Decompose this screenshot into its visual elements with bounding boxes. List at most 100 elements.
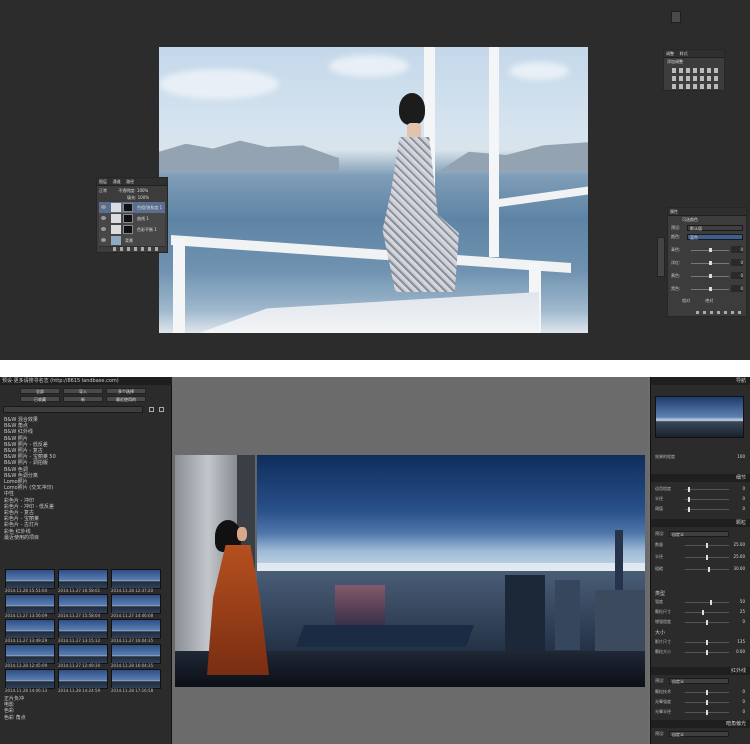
adjustment-slider[interactable]: 光晕半径 0 — [655, 708, 745, 716]
adjustment-icons-row-2[interactable] — [672, 76, 718, 81]
preset-search-input[interactable] — [3, 406, 143, 413]
grain-preset-select[interactable]: 自定义 — [669, 531, 729, 537]
preset-select[interactable]: 默认值 — [687, 225, 743, 231]
preset-thumbnail[interactable] — [5, 619, 55, 639]
preset-thumbnail[interactable] — [5, 644, 55, 664]
absolute-radio[interactable]: 绝对 — [705, 298, 713, 303]
preset-thumbnail[interactable] — [111, 619, 161, 639]
slider-knob[interactable] — [688, 497, 691, 502]
preset-thumbnail[interactable] — [58, 669, 108, 689]
styles-tab[interactable]: 样式 — [678, 50, 690, 57]
grid-view-icon[interactable] — [149, 407, 154, 412]
preset-thumbnail[interactable] — [58, 594, 108, 614]
adjustment-slider[interactable]: 粗糙 30.00 — [655, 565, 745, 573]
infrared-header[interactable]: 红外线 — [651, 667, 750, 675]
preset-thumbnail[interactable] — [5, 669, 55, 689]
colors-select[interactable]: 蓝色 — [687, 234, 743, 240]
infrared-preset-select[interactable]: 自定义 — [669, 678, 729, 684]
preset-item[interactable]: B&W 红外线 — [4, 429, 33, 435]
blend-mode-select[interactable]: 正常 — [99, 188, 107, 193]
filter-recent-button[interactable]: 最近使用的 — [106, 396, 146, 402]
preset-item[interactable]: 色彩 — [4, 708, 14, 714]
eye-icon[interactable] — [101, 238, 106, 242]
eye-icon[interactable] — [101, 205, 106, 209]
fill-value[interactable]: 100% — [138, 195, 149, 200]
layer-mask-thumb[interactable] — [123, 214, 133, 223]
preset-item[interactable]: B&W 照片 — [4, 436, 28, 442]
filter-multi-button[interactable]: 多个选择 — [106, 388, 146, 394]
preset-thumbnail[interactable] — [111, 569, 161, 589]
preset-item[interactable]: 彩色 红外线 — [4, 529, 31, 535]
preset-thumbnail[interactable] — [5, 594, 55, 614]
properties-tab[interactable]: 属性 — [668, 208, 680, 215]
slider-knob[interactable] — [709, 274, 712, 278]
adjustment-icons-row-1[interactable] — [672, 68, 718, 73]
layer-footer-icons[interactable] — [113, 247, 161, 251]
preset-item[interactable]: B&W 照片 - 低反差 — [4, 442, 48, 448]
slider-knob[interactable] — [706, 710, 708, 715]
effect-amount-slider[interactable]: 效果的程度 100 — [655, 453, 745, 461]
preset-item[interactable]: B&W 色调分离 — [4, 473, 38, 479]
navigator-header[interactable]: 导航 — [651, 377, 750, 385]
layers-tab[interactable]: 图层 — [97, 178, 109, 185]
adjustment-slider[interactable]: 颗粒大小 0.00 — [655, 648, 745, 656]
photoshop-top-icon[interactable] — [671, 11, 681, 23]
slider-knob[interactable] — [710, 600, 713, 605]
slider-knob[interactable] — [688, 507, 691, 512]
preview-photo-woman-city-view[interactable] — [175, 455, 645, 687]
magenta-slider[interactable]: 洋红: 0 — [671, 258, 743, 267]
preset-item[interactable]: 中性 — [4, 491, 14, 497]
slider-knob[interactable] — [706, 620, 708, 625]
filter-favorites-button[interactable]: 已收藏 — [20, 396, 60, 402]
preset-item[interactable]: 最近使用的项目 — [4, 535, 39, 541]
preset-item[interactable]: 彩色片 - 冲印 - 低反差 — [4, 504, 54, 510]
slider-knob[interactable] — [708, 567, 711, 572]
preset-item[interactable]: 色彩 角点 — [4, 715, 26, 721]
opacity-value[interactable]: 100% — [137, 188, 148, 193]
adjustment-slider[interactable]: 适用程度 0 — [655, 485, 745, 493]
slider-knob[interactable] — [709, 261, 712, 265]
slider-knob[interactable] — [706, 690, 708, 695]
slider-knob[interactable] — [706, 700, 708, 705]
eye-icon[interactable] — [101, 216, 106, 220]
slider-knob[interactable] — [709, 248, 712, 252]
side-collapse-strip[interactable] — [657, 237, 665, 277]
canvas-photo-woman-by-sea[interactable] — [159, 47, 588, 333]
adjustment-slider[interactable]: 颗粒技术 0 — [655, 688, 745, 696]
preset-thumbnail[interactable] — [5, 569, 55, 589]
filter-new-button[interactable]: 新 — [63, 396, 103, 402]
vignette-header[interactable]: 暗角偏光 — [651, 720, 750, 728]
paths-tab[interactable]: 路径 — [124, 178, 136, 185]
preset-item[interactable]: B&W 照片 - 调拍版 — [4, 460, 48, 466]
layer-row[interactable]: 背景 — [99, 235, 165, 247]
slider-knob[interactable] — [706, 543, 708, 548]
adjustment-slider[interactable]: 半径 0 — [655, 495, 745, 503]
adjustment-slider[interactable]: 强度 50 — [655, 598, 745, 606]
detail-header[interactable]: 细节 — [651, 474, 750, 482]
vignette-preset-select[interactable]: 自定义 — [669, 731, 729, 737]
yellow-slider[interactable]: 黄色: 0 — [671, 271, 743, 280]
preset-item[interactable]: 彩色片 - 古灯片 — [4, 522, 39, 528]
navigator-thumbnail[interactable] — [655, 396, 744, 438]
preset-thumbnail[interactable] — [58, 619, 108, 639]
adjustment-slider[interactable]: 光晕强度 0 — [655, 698, 745, 706]
adjustments-tab[interactable]: 调整 — [664, 50, 676, 57]
channels-tab[interactable]: 通道 — [111, 178, 123, 185]
black-slider[interactable]: 黑色: 0 — [671, 284, 743, 293]
slider-knob[interactable] — [706, 640, 708, 645]
preset-thumbnail[interactable] — [58, 644, 108, 664]
layer-mask-thumb[interactable] — [123, 203, 133, 212]
preset-thumbnail[interactable] — [111, 669, 161, 689]
eye-icon[interactable] — [101, 227, 106, 231]
grain-header[interactable]: 颗粒 — [651, 519, 750, 527]
properties-footer-icons[interactable] — [696, 311, 744, 314]
preset-item[interactable]: 彩色片 - 冲印 — [4, 498, 34, 504]
slider-knob[interactable] — [709, 287, 712, 291]
slider-knob[interactable] — [706, 555, 708, 560]
preset-thumbnail[interactable] — [58, 569, 108, 589]
adjustment-slider[interactable]: 颗粒尺寸 25 — [655, 608, 745, 616]
expand-icon[interactable] — [159, 407, 164, 412]
slider-knob[interactable] — [706, 650, 708, 655]
filter-import-button[interactable]: 导入 — [63, 388, 103, 394]
adjustment-slider[interactable]: 半径 25.00 — [655, 553, 745, 561]
